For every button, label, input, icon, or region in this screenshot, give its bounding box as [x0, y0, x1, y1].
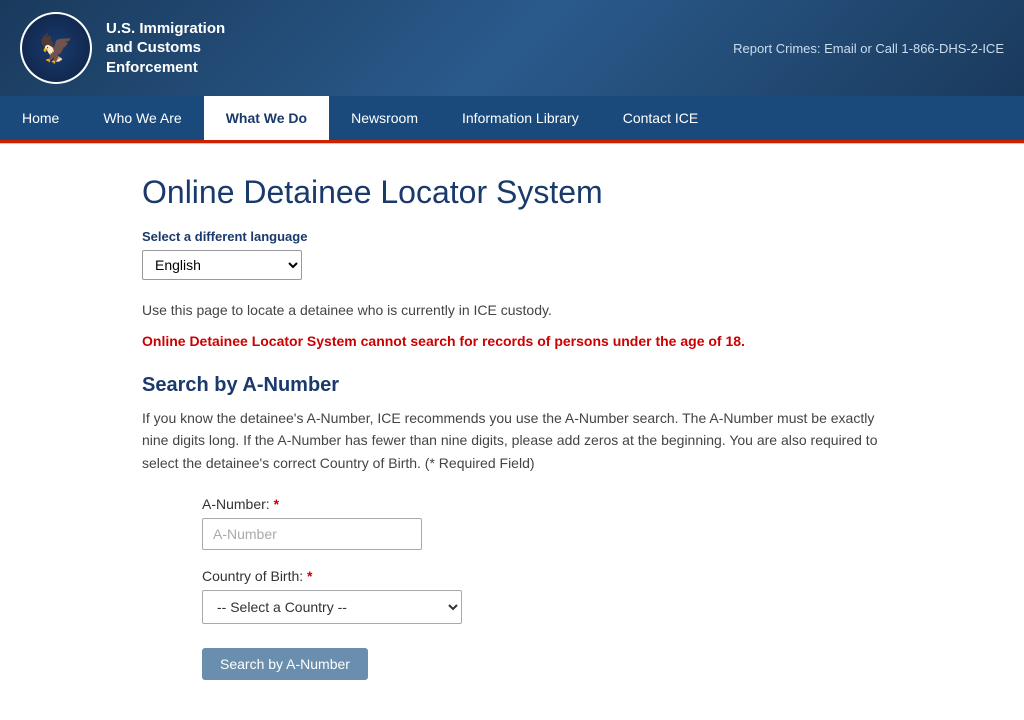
a-number-group: A-Number: *	[142, 496, 882, 550]
intro-text: Use this page to locate a detainee who i…	[142, 300, 882, 321]
main-nav: Home Who We Are What We Do Newsroom Info…	[0, 96, 1024, 143]
a-number-required-star: *	[274, 496, 279, 512]
agency-line3: Enforcement	[106, 58, 225, 78]
language-select[interactable]: English Spanish French	[142, 250, 302, 280]
search-section-desc: If you know the detainee's A-Number, ICE…	[142, 407, 882, 474]
nav-contact-ice[interactable]: Contact ICE	[601, 96, 720, 140]
country-of-birth-label: Country of Birth: *	[202, 568, 882, 584]
a-number-input[interactable]	[202, 518, 422, 550]
nav-newsroom[interactable]: Newsroom	[329, 96, 440, 140]
report-crimes-text: Report Crimes: Email or Call 1-866-DHS-2…	[733, 41, 1004, 56]
site-header: 🦅 U.S. Immigration and Customs Enforceme…	[0, 0, 1024, 96]
language-label: Select a different language	[142, 229, 882, 244]
country-of-birth-group: Country of Birth: * -- Select a Country …	[142, 568, 882, 624]
nav-what-we-do[interactable]: What We Do	[204, 96, 329, 140]
country-of-birth-select[interactable]: -- Select a Country -- United States Mex…	[202, 590, 462, 624]
agency-line1: U.S. Immigration	[106, 19, 225, 39]
warning-text: Online Detainee Locator System cannot se…	[142, 331, 882, 352]
nav-home[interactable]: Home	[0, 96, 81, 140]
nav-who-we-are[interactable]: Who We Are	[81, 96, 203, 140]
nav-information-library[interactable]: Information Library	[440, 96, 601, 140]
main-content: Online Detainee Locator System Select a …	[102, 144, 922, 720]
header-logo-area: 🦅 U.S. Immigration and Customs Enforceme…	[20, 12, 225, 84]
page-title: Online Detainee Locator System	[142, 174, 882, 211]
eagle-icon: 🦅	[39, 32, 74, 65]
country-required-star: *	[307, 568, 312, 584]
agency-logo: 🦅	[20, 12, 92, 84]
agency-line2: and Customs	[106, 38, 225, 58]
search-section-title: Search by A-Number	[142, 374, 882, 397]
a-number-label: A-Number: *	[202, 496, 882, 512]
agency-name: U.S. Immigration and Customs Enforcement	[106, 19, 225, 78]
